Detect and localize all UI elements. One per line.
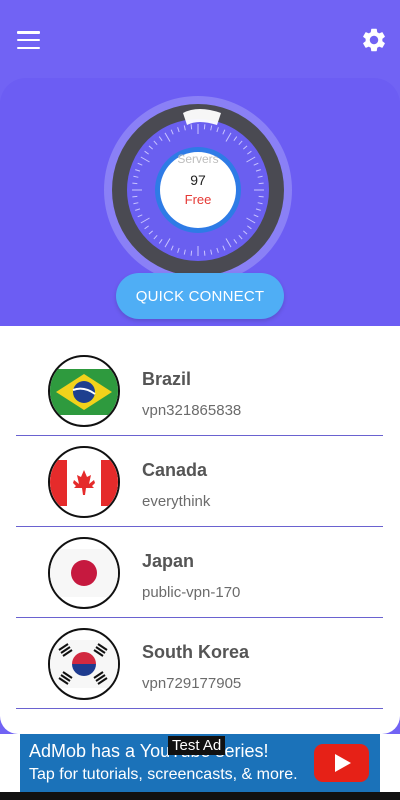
japan-flag-icon	[48, 537, 120, 609]
server-row-brazil[interactable]: Brazil vpn321865838	[16, 345, 383, 436]
dial-tick	[203, 124, 206, 130]
server-host: vpn729177905	[142, 675, 242, 692]
server-list: Brazil vpn321865838 Canada everythink Ja…	[0, 326, 400, 734]
youtube-play-icon	[314, 744, 369, 782]
ad-subline: Tap for tutorials, screencasts, & more.	[29, 766, 298, 783]
server-count: 97	[190, 172, 206, 188]
server-row-south-korea[interactable]: South Korea vpn729177905	[16, 618, 383, 709]
dial-tick	[190, 124, 193, 130]
south-korea-flag-icon	[48, 628, 120, 700]
dial-tick	[132, 195, 138, 198]
ad-headline: AdMob has a YouTube series!	[29, 741, 269, 761]
country-name: Japan	[142, 551, 195, 571]
dial-tick	[258, 195, 264, 198]
hamburger-menu-icon[interactable]	[17, 31, 40, 51]
canada-flag-icon	[48, 446, 120, 518]
server-host: public-vpn-170	[142, 584, 241, 601]
country-name: South Korea	[142, 642, 250, 662]
server-dial: Servers 97 Free	[104, 96, 292, 284]
server-host: everythink	[142, 493, 211, 510]
test-ad-badge: Test Ad	[168, 736, 226, 755]
dial-tick	[203, 250, 206, 256]
server-host: vpn321865838	[142, 402, 242, 419]
server-row-canada[interactable]: Canada everythink	[16, 436, 383, 527]
gear-icon[interactable]	[360, 26, 388, 54]
server-row-japan[interactable]: Japan public-vpn-170	[16, 527, 383, 618]
country-name: Canada	[142, 460, 208, 480]
quick-connect-button[interactable]: QUICK CONNECT	[116, 273, 284, 319]
system-nav-strip	[0, 792, 400, 800]
brazil-flag-icon	[48, 355, 120, 427]
top-app-bar	[0, 0, 400, 80]
dial-tick	[190, 250, 193, 256]
free-status: Free	[185, 192, 212, 207]
dial-tick	[132, 182, 138, 185]
dial-tick	[258, 182, 264, 185]
country-name: Brazil	[142, 369, 192, 389]
dial-label: Servers	[177, 152, 218, 166]
